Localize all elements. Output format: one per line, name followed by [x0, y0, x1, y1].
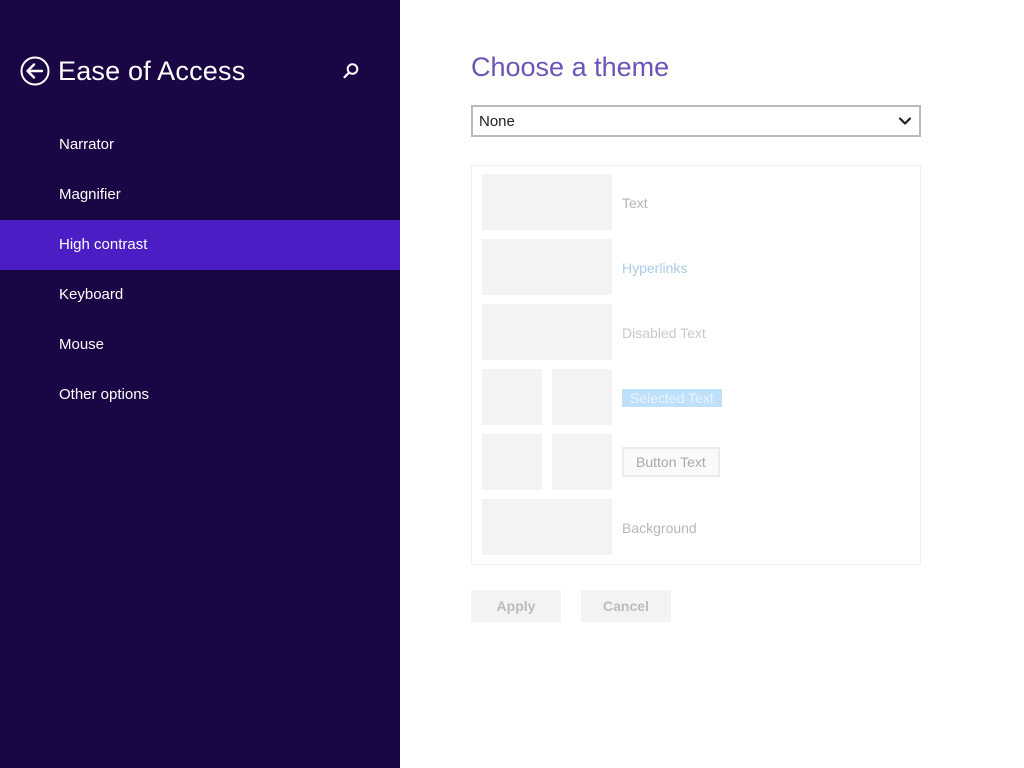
- preview-row-text: [482, 174, 612, 230]
- sidebar: Ease of Access Narrator Magnifier High c…: [0, 0, 400, 768]
- sidebar-nav: Narrator Magnifier High contrast Keyboar…: [0, 120, 400, 420]
- sidebar-item-mouse[interactable]: Mouse: [0, 320, 400, 370]
- sidebar-item-narrator[interactable]: Narrator: [0, 120, 400, 170]
- sidebar-item-label: High contrast: [59, 236, 148, 253]
- preview-row-selected: [482, 369, 612, 425]
- theme-preview: Text Hyperlinks Disabled Text Selected T…: [471, 165, 921, 565]
- theme-dropdown[interactable]: None: [471, 105, 921, 137]
- chevron-down-icon: [891, 107, 919, 135]
- preview-row-background: [482, 499, 612, 555]
- selected-text-label: Selected Text: [622, 389, 722, 407]
- sidebar-title: Ease of Access: [58, 55, 246, 86]
- sidebar-item-label: Keyboard: [59, 286, 124, 303]
- page-title: Choose a theme: [471, 52, 670, 82]
- sidebar-header: Ease of Access: [20, 54, 380, 88]
- sidebar-item-magnifier[interactable]: Magnifier: [0, 170, 400, 220]
- main-panel: Choose a theme None Text Hyperlinks Disa…: [400, 0, 1024, 768]
- search-button[interactable]: [342, 62, 360, 80]
- button-text-foreground-swatch[interactable]: [482, 434, 542, 490]
- text-color-swatch[interactable]: [482, 174, 612, 230]
- preview-row-hyperlinks: [482, 239, 612, 295]
- search-icon: [343, 63, 359, 79]
- disabled-text-color-swatch[interactable]: [482, 304, 612, 360]
- cancel-button[interactable]: Cancel: [581, 590, 671, 622]
- sidebar-item-keyboard[interactable]: Keyboard: [0, 270, 400, 320]
- disabled-text-label: Disabled Text: [622, 325, 706, 341]
- selected-text-foreground-swatch[interactable]: [482, 369, 542, 425]
- preview-row-disabled: [482, 304, 612, 360]
- settings-window: Ease of Access Narrator Magnifier High c…: [0, 0, 1024, 768]
- apply-button[interactable]: Apply: [471, 590, 561, 622]
- sidebar-item-label: Mouse: [59, 336, 105, 353]
- sidebar-item-other-options[interactable]: Other options: [0, 370, 400, 420]
- button-text-background-swatch[interactable]: [552, 434, 612, 490]
- sidebar-item-label: Other options: [59, 386, 150, 403]
- preview-row-button: [482, 434, 612, 490]
- back-arrow-circle-icon: [20, 56, 50, 86]
- background-color-swatch[interactable]: [482, 499, 612, 555]
- sidebar-item-label: Narrator: [59, 136, 115, 153]
- back-button[interactable]: [20, 56, 50, 86]
- sidebar-item-high-contrast[interactable]: High contrast: [0, 220, 400, 270]
- selected-text-background-swatch[interactable]: [552, 369, 612, 425]
- hyperlinks-label: Hyperlinks: [622, 260, 688, 276]
- theme-dropdown-value: None: [479, 112, 515, 130]
- button-text-label: Button Text: [622, 447, 720, 477]
- hyperlink-color-swatch[interactable]: [482, 239, 612, 295]
- sidebar-item-label: Magnifier: [59, 186, 121, 203]
- background-label: Background: [622, 520, 697, 536]
- text-label: Text: [622, 195, 648, 211]
